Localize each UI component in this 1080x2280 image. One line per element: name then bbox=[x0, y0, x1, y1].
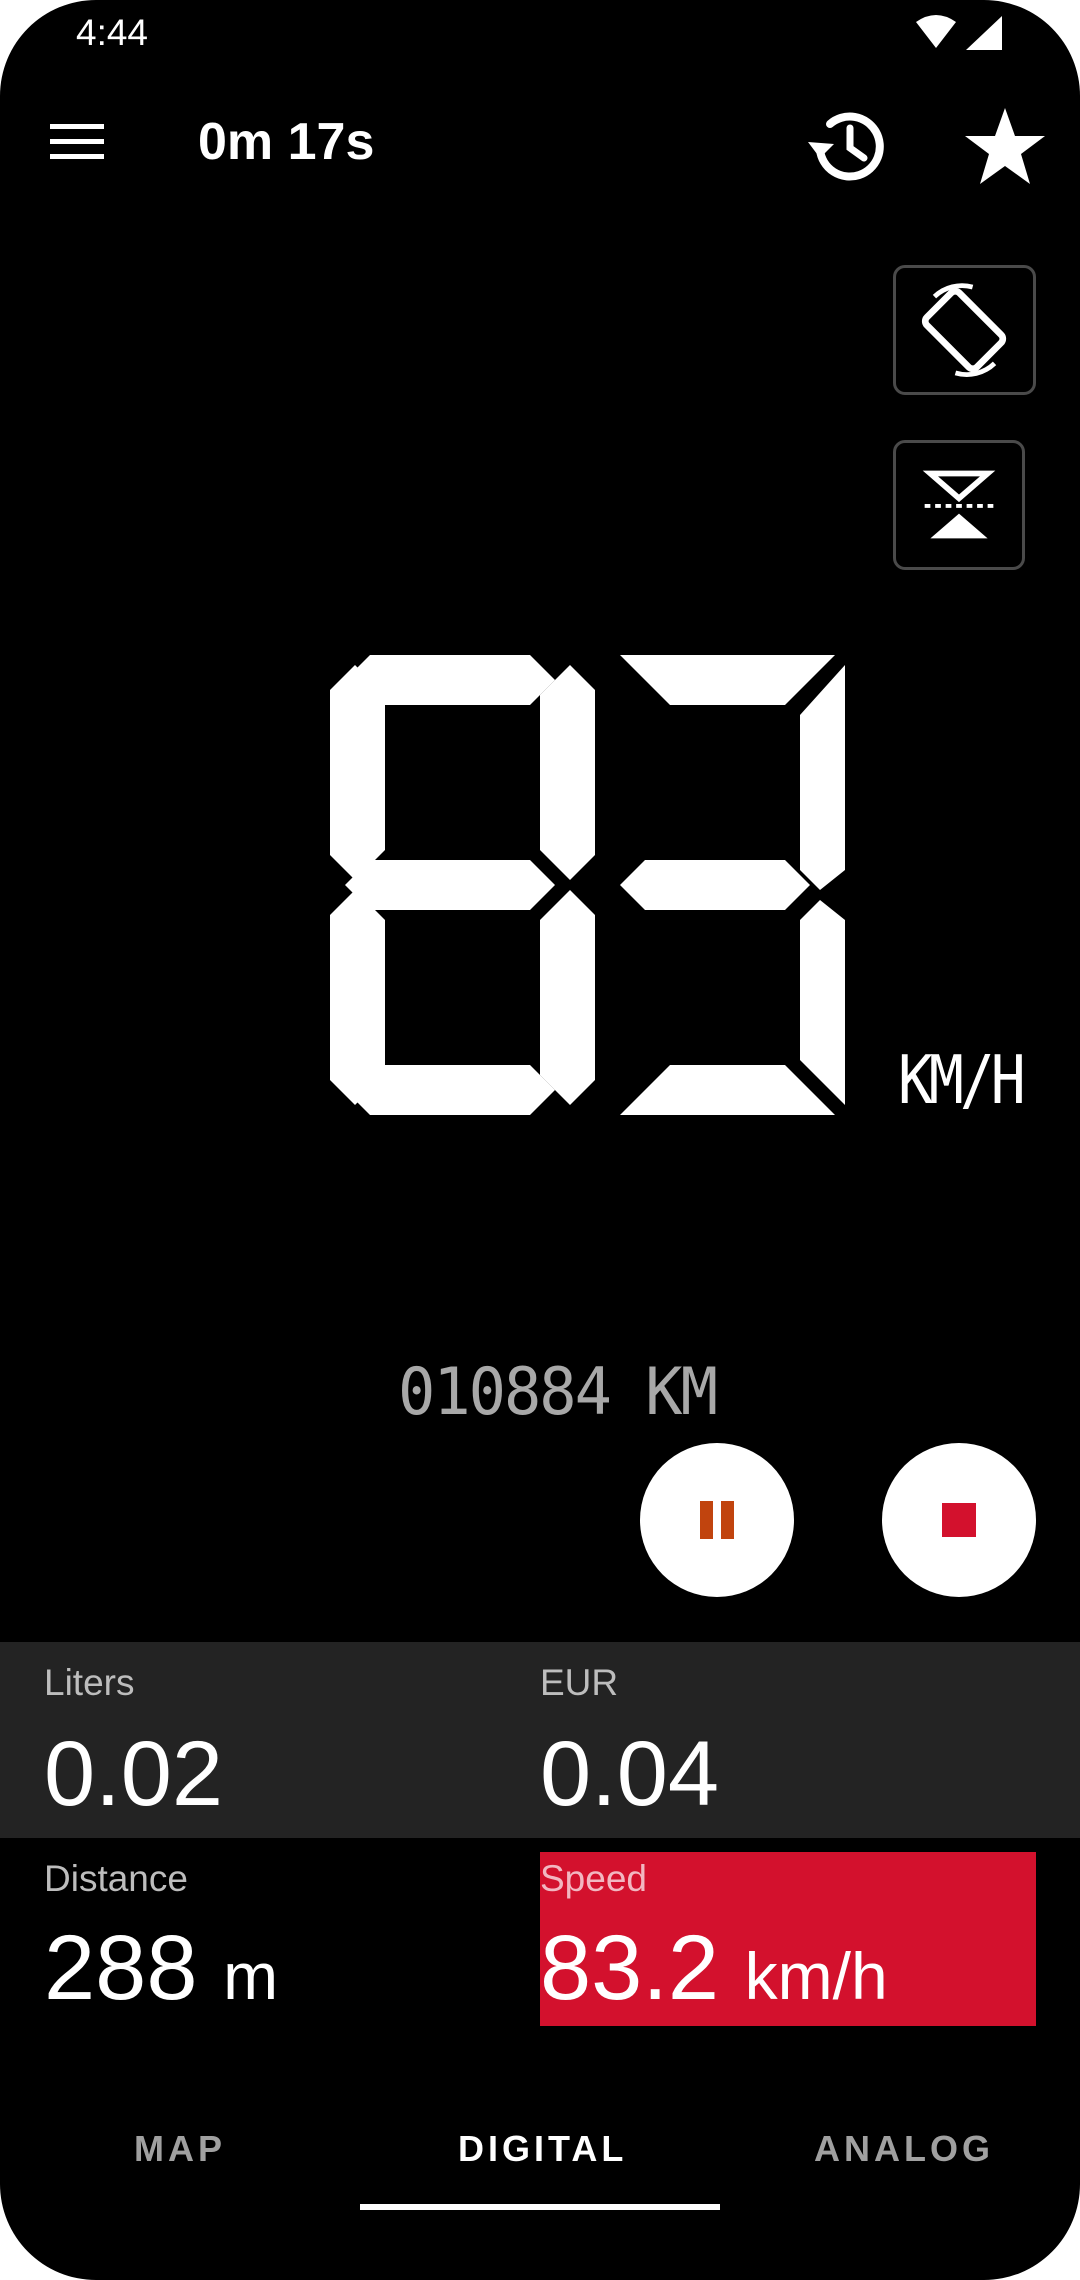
stop-button[interactable] bbox=[882, 1443, 1036, 1597]
rotate-screen-button[interactable] bbox=[893, 265, 1036, 395]
liters-value: 0.02 bbox=[44, 1723, 224, 1825]
screen-rotation-icon bbox=[921, 283, 1007, 377]
speedometer-screen: 4:44 0m 17s KM/H 010884 KM Liters 0.02 E… bbox=[0, 0, 1080, 2280]
menu-icon[interactable] bbox=[50, 122, 104, 162]
speed-display bbox=[330, 655, 845, 1115]
distance-unit: m bbox=[223, 1939, 279, 2013]
tab-active-indicator bbox=[360, 2204, 720, 2210]
history-icon[interactable] bbox=[804, 102, 894, 192]
fuel-cost-panel: Liters 0.02 EUR 0.04 bbox=[0, 1642, 1080, 1838]
signal-icon bbox=[966, 16, 1002, 50]
speed-digit-3 bbox=[620, 655, 845, 1115]
distance-label: Distance bbox=[44, 1858, 188, 1899]
odometer: 010884 KM bbox=[398, 1353, 718, 1430]
tab-map[interactable]: MAP bbox=[134, 2128, 226, 2170]
stop-icon bbox=[942, 1503, 976, 1537]
speed-label: Speed bbox=[540, 1858, 647, 1899]
currency-value: 0.04 bbox=[540, 1723, 720, 1825]
speed-number: 83.2 bbox=[540, 1917, 720, 2019]
status-time: 4:44 bbox=[76, 12, 149, 53]
speed-unit-label: KM/H bbox=[898, 1040, 1026, 1120]
speed-digit-8 bbox=[330, 655, 595, 1115]
star-icon[interactable] bbox=[960, 102, 1050, 192]
status-icons bbox=[916, 15, 1002, 50]
distance-value: 288 m bbox=[44, 1916, 278, 2021]
mirror-hud-button[interactable] bbox=[893, 440, 1025, 570]
speed-unit: km/h bbox=[744, 1939, 888, 2013]
pause-button[interactable] bbox=[640, 1443, 794, 1597]
currency-label: EUR bbox=[540, 1662, 619, 1703]
speed-value: 83.2 km/h bbox=[540, 1916, 888, 2021]
tab-analog[interactable]: ANALOG bbox=[814, 2128, 994, 2170]
tab-digital[interactable]: DIGITAL bbox=[458, 2128, 627, 2170]
wifi-icon bbox=[916, 15, 956, 48]
elapsed-time-title: 0m 17s bbox=[198, 113, 375, 171]
distance-number: 288 bbox=[44, 1917, 198, 2019]
mirror-hud-icon bbox=[922, 470, 996, 539]
pause-icon bbox=[700, 1501, 734, 1539]
liters-label: Liters bbox=[44, 1662, 135, 1703]
